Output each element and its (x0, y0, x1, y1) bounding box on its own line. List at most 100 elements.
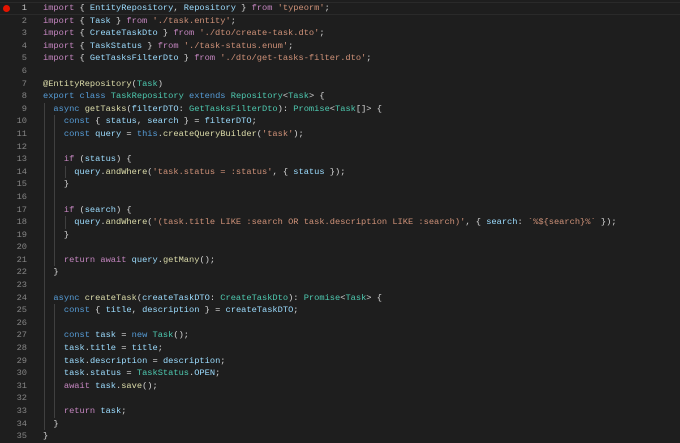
code-token: search (147, 116, 179, 127)
line-number: 28 (16, 343, 27, 354)
code-line[interactable]: 3 import { CreateTaskDto } from './dto/cr… (0, 27, 680, 40)
code-text: } (43, 266, 58, 279)
code-line[interactable]: 5 import { GetTasksFilterDto } from './dt… (0, 52, 680, 65)
line-number: 13 (16, 154, 27, 165)
code-token: (); (173, 330, 189, 341)
code-line[interactable]: 11 const query = this.createQueryBuilder… (0, 127, 680, 141)
code-line[interactable]: 13 if (status) { (0, 153, 680, 166)
code-line[interactable]: 28 task.title = title; (0, 342, 680, 355)
code-token: EntityRepository (89, 3, 174, 13)
code-token: ) { (116, 154, 132, 165)
code-token: = (147, 355, 163, 366)
code-token: ; (215, 368, 221, 379)
code-line[interactable]: 14 query.andWhere('task.status = :status… (0, 165, 680, 179)
code-token: ; (251, 116, 257, 127)
code-text: } (43, 178, 69, 191)
code-token: ; (366, 53, 372, 64)
code-token: async (43, 103, 80, 114)
code-token: ); (293, 128, 304, 139)
code-token: } (142, 40, 158, 51)
code-line[interactable]: 20 (0, 241, 680, 254)
code-token: { (74, 3, 90, 13)
line-number: 19 (16, 229, 27, 240)
code-line[interactable]: 33 return task; (0, 405, 680, 418)
code-token: []> { (355, 103, 382, 114)
code-token: = (121, 368, 137, 379)
code-text: query.andWhere('(task.title LIKE :search… (43, 216, 616, 229)
line-number: 34 (16, 418, 27, 429)
code-line[interactable]: 2 import { Task } from './task.entity'; (0, 15, 680, 28)
code-token: > { (308, 91, 325, 102)
code-token: task (43, 368, 85, 379)
code-text: if (status) { (43, 153, 132, 166)
code-editor[interactable]: 1 import { EntityRepository, Repository }… (0, 2, 680, 443)
code-token: task (43, 355, 85, 366)
code-token: return (43, 406, 96, 416)
code-token: from (251, 3, 273, 13)
line-number: 16 (16, 191, 27, 202)
code-token: Repository (230, 91, 283, 102)
code-line[interactable]: 24 async createTask(createTaskDTO: Creat… (0, 291, 680, 305)
code-line[interactable]: 1 import { EntityRepository, Repository }… (0, 2, 680, 15)
code-token: ( (74, 204, 85, 215)
code-line[interactable]: 9 async getTasks(filterDTO: GetTasksFilt… (0, 102, 680, 116)
code-token: TaskRepository (110, 91, 184, 102)
code-line[interactable]: 18 query.andWhere('(task.title LIKE :sea… (0, 216, 680, 229)
code-line[interactable]: 29 task.description = description; (0, 354, 680, 368)
code-line[interactable]: 27 const task = new Task(); (0, 329, 680, 343)
code-line[interactable]: 26 (0, 316, 680, 330)
code-token: from (194, 53, 216, 64)
code-text: const task = new Task(); (43, 329, 189, 342)
code-line[interactable]: 4 import { TaskStatus } from './task-stat… (0, 40, 680, 53)
code-token: } = (199, 305, 226, 316)
line-number: 5 (21, 53, 27, 64)
code-token: = (116, 343, 132, 354)
code-token: } (235, 3, 252, 13)
line-number: 6 (21, 65, 27, 76)
code-line[interactable]: 19 } (0, 228, 680, 242)
code-line[interactable]: 35} (0, 430, 680, 443)
code-line[interactable]: 25 const { title, description } = create… (0, 304, 680, 317)
code-token: if (43, 204, 75, 215)
code-token: './dto/create-task.dto' (199, 28, 320, 39)
code-text: } (43, 418, 58, 431)
code-token: GetTasksFilterDto (89, 53, 179, 64)
code-token: CreateTaskDto (220, 292, 289, 303)
line-number: 23 (16, 280, 27, 291)
code-line[interactable]: 32 (0, 392, 680, 405)
code-token: = (116, 330, 132, 341)
code-line[interactable]: 15 } (0, 178, 680, 191)
code-token: description (89, 355, 148, 366)
code-line[interactable]: 10 const { status, search } = filterDTO; (0, 115, 680, 128)
code-line[interactable]: 16 (0, 190, 680, 204)
code-line[interactable]: 23 (0, 279, 680, 292)
code-text: import { CreateTaskDto } from './dto/cre… (43, 27, 325, 40)
code-token: './task-status.enum' (183, 40, 289, 51)
indent-guide (44, 190, 45, 204)
code-line[interactable]: 6 (0, 65, 680, 78)
code-line[interactable]: 22 } (0, 266, 680, 280)
code-line[interactable]: 7 @EntityRepository(Task) (0, 78, 680, 91)
code-token: createTask (84, 292, 137, 303)
code-token: } (178, 53, 195, 64)
code-line[interactable]: 31 await task.save(); (0, 379, 680, 393)
code-text: async getTasks(filterDTO: GetTasksFilter… (43, 103, 382, 116)
code-line[interactable]: 30 task.status = TaskStatus.OPEN; (0, 367, 680, 380)
code-token: task (43, 343, 85, 354)
code-token: export (43, 91, 75, 102)
code-token: status (293, 166, 325, 177)
code-token: { (74, 40, 90, 51)
code-line[interactable]: 21 return await query.getMany(); (0, 253, 680, 267)
code-line[interactable]: 12 (0, 140, 680, 154)
code-token: 'typeorm' (277, 3, 325, 13)
code-line[interactable]: 17 if (search) { (0, 203, 680, 217)
code-token: OPEN (194, 368, 216, 379)
code-token: : (517, 217, 528, 228)
line-number: 8 (21, 91, 27, 102)
line-number: 27 (16, 330, 27, 341)
code-token: Task (89, 15, 111, 26)
code-line[interactable]: 34 } (0, 417, 680, 431)
code-token: await (100, 254, 127, 265)
code-line[interactable]: 8 export class TaskRepository extends Rep… (0, 90, 680, 103)
line-number: 2 (21, 15, 27, 26)
